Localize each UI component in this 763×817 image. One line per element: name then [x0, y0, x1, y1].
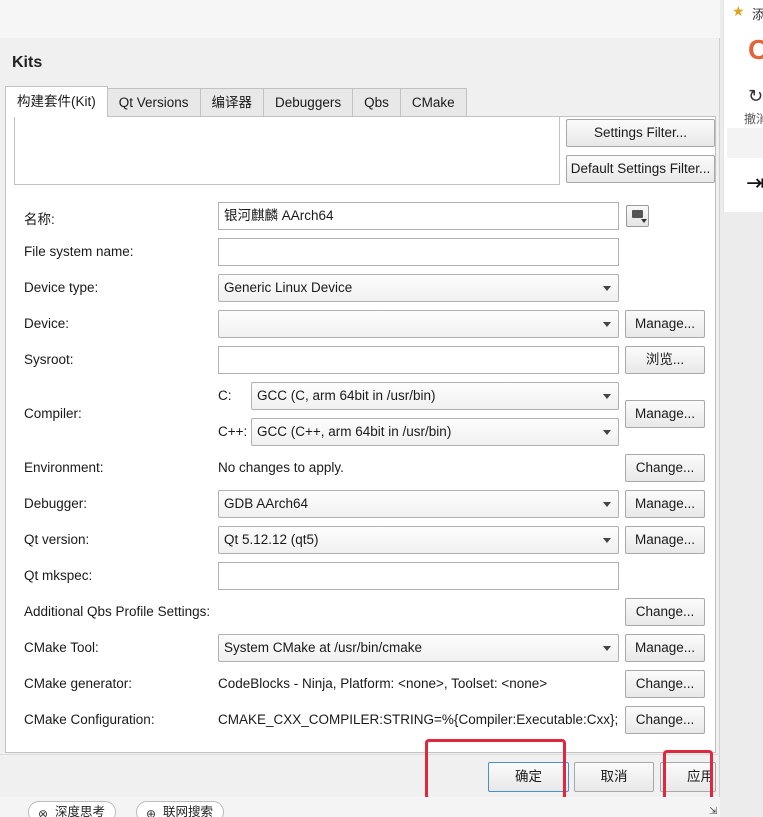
monitor-icon [632, 210, 643, 218]
compiler-cxx-select[interactable]: GCC (C++, arm 64bit in /usr/bin) [251, 418, 619, 446]
tab-qbs[interactable]: Qbs [352, 88, 401, 117]
chevron-down-icon [641, 219, 647, 223]
globe-icon: ⊕ [146, 807, 157, 817]
compiler-c-select[interactable]: GCC (C, arm 64bit in /usr/bin) [251, 382, 619, 410]
deep-think-label: 深度思考 [55, 805, 106, 817]
cmake-tool-value: System CMake at /usr/bin/cmake [224, 640, 423, 655]
add-label[interactable]: 添 [752, 4, 763, 23]
tab-qt-versions[interactable]: Qt Versions [106, 88, 201, 117]
environment-label: Environment: [24, 460, 104, 475]
page-title: Kits [12, 54, 43, 71]
brand-logo: C [748, 34, 763, 65]
cmake-configuration-change-button[interactable]: Change... [625, 706, 705, 734]
environment-value: No changes to apply. [218, 460, 344, 475]
dialog-divider [0, 754, 720, 755]
tab-kits[interactable]: 构建套件(Kit) [5, 86, 108, 117]
device-label: Device: [24, 316, 70, 331]
dropdown-arrow-icon [603, 394, 611, 399]
star-icon[interactable]: ★ [732, 3, 745, 20]
dropdown-arrow-icon [603, 322, 611, 327]
compiler-label: Compiler: [24, 406, 82, 421]
environment-change-button[interactable]: Change... [625, 454, 705, 482]
debugger-select[interactable]: GDB AArch64 [218, 490, 619, 518]
cmake-configuration-value: CMAKE_CXX_COMPILER:STRING=%{Compiler:Exe… [218, 712, 620, 727]
cmake-tool-select[interactable]: System CMake at /usr/bin/cmake [218, 634, 619, 662]
compiler-cxx-label: C++: [218, 424, 248, 439]
settings-filter-button[interactable]: Settings Filter... [566, 119, 715, 147]
highlight-box-apply [663, 750, 713, 804]
side-panel: ★ 添 C ↻ 撤消 ⇥ [720, 0, 763, 817]
device-type-value: Generic Linux Device [224, 280, 353, 295]
dropdown-arrow-icon [603, 502, 611, 507]
dropdown-arrow-icon [603, 646, 611, 651]
file-system-name-field[interactable] [218, 238, 619, 266]
qt-version-select[interactable]: Qt 5.12.12 (qt5) [218, 526, 619, 554]
tab-bar: 构建套件(Kit) Qt Versions 编译器 Debuggers Qbs … [5, 86, 467, 117]
scroll-arrow-icon[interactable]: ⇲ [709, 806, 719, 817]
side-panel-divider [727, 128, 763, 158]
options-dialog: Kits 构建套件(Kit) Qt Versions 编译器 Debuggers… [0, 38, 720, 817]
name-field[interactable]: 银河麒麟 AArch64 [218, 202, 619, 230]
atom-icon: ⊗ [38, 807, 49, 817]
compiler-manage-button[interactable]: Manage... [625, 400, 705, 428]
compiler-c-value: GCC (C, arm 64bit in /usr/bin) [257, 388, 436, 403]
qt-mkspec-label: Qt mkspec: [24, 568, 93, 583]
cmake-configuration-label: CMake Configuration: [24, 712, 155, 727]
debugger-manage-button[interactable]: Manage... [625, 490, 705, 518]
file-system-name-label: File system name: [24, 244, 134, 259]
device-type-label: Device type: [24, 280, 99, 295]
cmake-tool-label: CMake Tool: [24, 640, 99, 655]
dropdown-arrow-icon [603, 286, 611, 291]
sysroot-field[interactable] [218, 346, 619, 374]
sysroot-browse-button[interactable]: 浏览... [625, 346, 705, 374]
tab-debuggers[interactable]: Debuggers [263, 88, 354, 117]
device-icon-picker[interactable] [626, 205, 649, 227]
debugger-label: Debugger: [24, 496, 88, 511]
device-select[interactable] [218, 310, 619, 338]
qt-version-value: Qt 5.12.12 (qt5) [224, 532, 319, 547]
qbs-profile-label: Additional Qbs Profile Settings: [24, 604, 211, 619]
kit-list[interactable] [14, 117, 560, 185]
dropdown-arrow-icon [603, 430, 611, 435]
cmake-generator-change-button[interactable]: Change... [625, 670, 705, 698]
compiler-c-label: C: [218, 388, 232, 403]
qt-version-label: Qt version: [24, 532, 90, 547]
default-settings-filter-button[interactable]: Default Settings Filter... [566, 155, 715, 183]
deep-think-button[interactable]: ⊗ 深度思考 [28, 801, 117, 817]
highlight-box-ok [425, 739, 566, 800]
qbs-profile-change-button[interactable]: Change... [625, 598, 705, 626]
cmake-tool-manage-button[interactable]: Manage... [625, 634, 705, 662]
device-type-select[interactable]: Generic Linux Device [218, 274, 619, 302]
sysroot-label: Sysroot: [24, 352, 74, 367]
compiler-cxx-value: GCC (C++, arm 64bit in /usr/bin) [257, 424, 452, 439]
kit-settings-panel: Settings Filter... Default Settings Filt… [5, 116, 716, 753]
undo-label[interactable]: 撤消 [744, 110, 763, 127]
cmake-generator-label: CMake generator: [24, 676, 133, 691]
debugger-value: GDB AArch64 [224, 496, 309, 511]
tab-compilers[interactable]: 编译器 [199, 88, 265, 117]
cmake-generator-value: CodeBlocks - Ninja, Platform: <none>, To… [218, 676, 548, 691]
undo-icon[interactable]: ↻ [748, 86, 763, 107]
tab-cmake[interactable]: CMake [399, 88, 467, 117]
device-manage-button[interactable]: Manage... [625, 310, 705, 338]
web-search-button[interactable]: ⊕ 联网搜索 [136, 801, 225, 817]
cancel-button[interactable]: 取消 [574, 762, 654, 792]
qt-mkspec-field[interactable] [218, 562, 619, 590]
name-label: 名称: [24, 212, 55, 227]
dropdown-arrow-icon [603, 538, 611, 543]
collapse-panel-icon[interactable]: ⇥ [746, 170, 763, 196]
window-top-area [0, 0, 720, 38]
side-panel-card: ★ 添 C ↻ 撤消 ⇥ [723, 0, 763, 212]
qt-version-manage-button[interactable]: Manage... [625, 526, 705, 554]
web-search-label: 联网搜索 [163, 805, 214, 817]
